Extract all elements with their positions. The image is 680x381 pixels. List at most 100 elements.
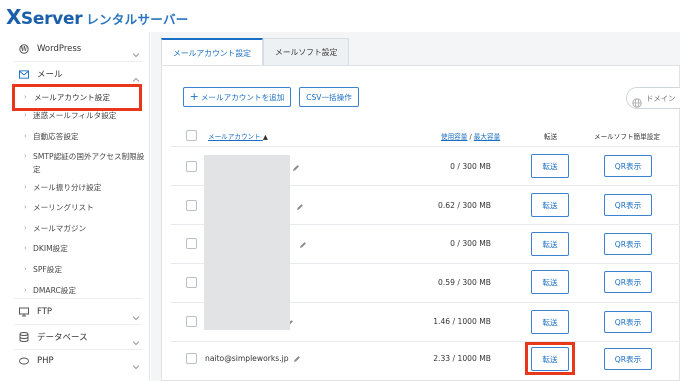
sidebar-item-label: メールアカウント設定: [34, 93, 110, 102]
email-address: naito@simpleworks.jp: [205, 354, 289, 363]
sidebar-group-label: メール: [37, 70, 63, 80]
chevron-down-icon: [132, 332, 140, 346]
chevron-right-icon: ›: [24, 286, 27, 294]
sidebar-item-label: SMTP認証の国外アクセス制限設定: [33, 152, 145, 174]
qr-button[interactable]: QR表示: [604, 271, 652, 293]
add-mail-account-button[interactable]: + メールアカウントを追加: [183, 87, 291, 107]
sidebar-item-label: 自動応答設定: [33, 132, 79, 141]
sidebar-group-label: PHP: [37, 356, 54, 366]
tab-bar: メールアカウント設定 メールソフト設定: [161, 38, 350, 66]
usage-value: 0.62 / 300 MB: [438, 201, 491, 210]
col-account-header[interactable]: メールアカウント ▲: [208, 131, 268, 141]
sidebar: W WordPress メール › メールアカウント設定 › 迷惑メールフィルタ…: [0, 32, 150, 381]
qr-button[interactable]: QR表示: [604, 311, 652, 333]
col-max-link[interactable]: 最大容量: [474, 133, 500, 141]
sidebar-group-ftp[interactable]: FTP: [0, 299, 150, 325]
col-mailsoft-header: メールソフト簡単設定: [594, 133, 660, 141]
sidebar-group-wordpress[interactable]: W WordPress: [0, 36, 150, 62]
forward-label: 転送: [542, 277, 558, 287]
qr-button[interactable]: QR表示: [604, 233, 652, 255]
edit-pencil-icon[interactable]: [292, 164, 300, 172]
usage-value: 2.33 / 1000 MB: [433, 354, 491, 363]
xserver-logo[interactable]: X Server レンタルサーバー: [6, 5, 189, 29]
usage-value: 0 / 300 MB: [450, 239, 491, 248]
add-mail-account-label: メールアカウントを追加: [200, 92, 285, 102]
chevron-down-icon: [132, 44, 140, 58]
chevron-right-icon: ›: [24, 111, 27, 119]
col-forward-header: 転送: [544, 133, 558, 141]
qr-button[interactable]: QR表示: [604, 348, 652, 370]
chevron-right-icon: ›: [24, 224, 27, 232]
sidebar-group-database[interactable]: データベース: [0, 324, 150, 350]
tab-mail-software[interactable]: メールソフト設定: [262, 38, 350, 65]
sidebar-item-label: SPF設定: [33, 265, 62, 274]
sidebar-group-label: データベース: [37, 333, 88, 343]
tab-mail-account[interactable]: メールアカウント設定: [161, 38, 263, 66]
sidebar-item-label: DMARC設定: [33, 286, 76, 295]
sidebar-group-php[interactable]: PHP: [0, 348, 150, 374]
row-checkbox[interactable]: [186, 161, 197, 172]
qr-button[interactable]: QR表示: [604, 194, 652, 216]
select-all-checkbox[interactable]: [186, 130, 197, 141]
col-used-link[interactable]: 使用容量: [441, 133, 467, 141]
row-checkbox[interactable]: [186, 200, 197, 211]
chevron-right-icon: ›: [24, 203, 27, 211]
qr-label: QR表示: [614, 354, 642, 364]
forward-label: 転送: [542, 200, 558, 210]
sidebar-item-label: メーリングリスト: [33, 203, 94, 212]
qr-label: QR表示: [614, 277, 642, 287]
chevron-down-icon: [132, 356, 140, 370]
chevron-down-icon: [132, 307, 140, 321]
forward-button[interactable]: 転送: [531, 232, 569, 256]
forward-label: 転送: [542, 239, 558, 249]
forward-button[interactable]: 転送: [531, 270, 569, 294]
header: X Server レンタルサーバー: [0, 0, 680, 32]
php-icon: [19, 356, 29, 366]
sidebar-item-label: メール振り分け設定: [33, 183, 102, 192]
sort-asc-icon: ▲: [262, 133, 268, 141]
row-checkbox[interactable]: [186, 277, 197, 288]
globe-icon: [632, 93, 642, 108]
forward-button[interactable]: 転送: [531, 310, 569, 334]
sidebar-group-label: WordPress: [37, 44, 82, 54]
csv-bulk-label: CSV一括操作: [306, 92, 352, 102]
row-checkbox[interactable]: [186, 316, 197, 327]
highlight-box: [525, 342, 575, 375]
logo-server: Server: [20, 9, 83, 29]
sidebar-item-mail-account[interactable]: › メールアカウント設定: [12, 84, 142, 111]
usage-value: 0.59 / 300 MB: [438, 278, 491, 287]
chevron-right-icon: ›: [24, 152, 27, 160]
edit-pencil-icon[interactable]: [299, 241, 307, 249]
domain-search[interactable]: [626, 87, 680, 109]
chevron-right-icon: ›: [24, 265, 27, 273]
divider: [171, 341, 680, 342]
qr-label: QR表示: [614, 161, 642, 171]
forward-button[interactable]: 転送: [531, 154, 569, 178]
chevron-right-icon: ›: [24, 244, 27, 252]
csv-bulk-button[interactable]: CSV一括操作: [299, 87, 359, 107]
usage-value: 1.46 / 1000 MB: [433, 317, 491, 326]
domain-search-input[interactable]: [646, 93, 680, 103]
sidebar-item-label: 迷惑メールフィルタ設定: [33, 111, 117, 120]
logo-subtitle: レンタルサーバー: [86, 12, 189, 27]
row-checkbox[interactable]: [186, 238, 197, 249]
col-account-label: メールアカウント: [208, 133, 261, 141]
forward-label: 転送: [542, 317, 558, 327]
chevron-right-icon: ›: [24, 132, 27, 140]
chevron-right-icon: ›: [24, 93, 27, 101]
qr-label: QR表示: [614, 200, 642, 210]
edit-pencil-icon[interactable]: [293, 355, 301, 363]
edit-pencil-icon[interactable]: [296, 203, 304, 211]
divider: [171, 146, 680, 147]
database-icon: [19, 332, 29, 342]
sidebar-item-label: DKIM設定: [33, 244, 68, 253]
forward-label: 転送: [542, 161, 558, 171]
chevron-right-icon: ›: [24, 183, 27, 191]
redacted-accounts: [204, 155, 290, 330]
chevron-up-icon: [132, 69, 140, 82]
qr-button[interactable]: QR表示: [604, 155, 652, 177]
row-checkbox[interactable]: [186, 353, 197, 364]
forward-button[interactable]: 転送: [531, 193, 569, 217]
wordpress-icon: W: [19, 44, 29, 54]
sidebar-item-label: メールマガジン: [33, 224, 87, 233]
